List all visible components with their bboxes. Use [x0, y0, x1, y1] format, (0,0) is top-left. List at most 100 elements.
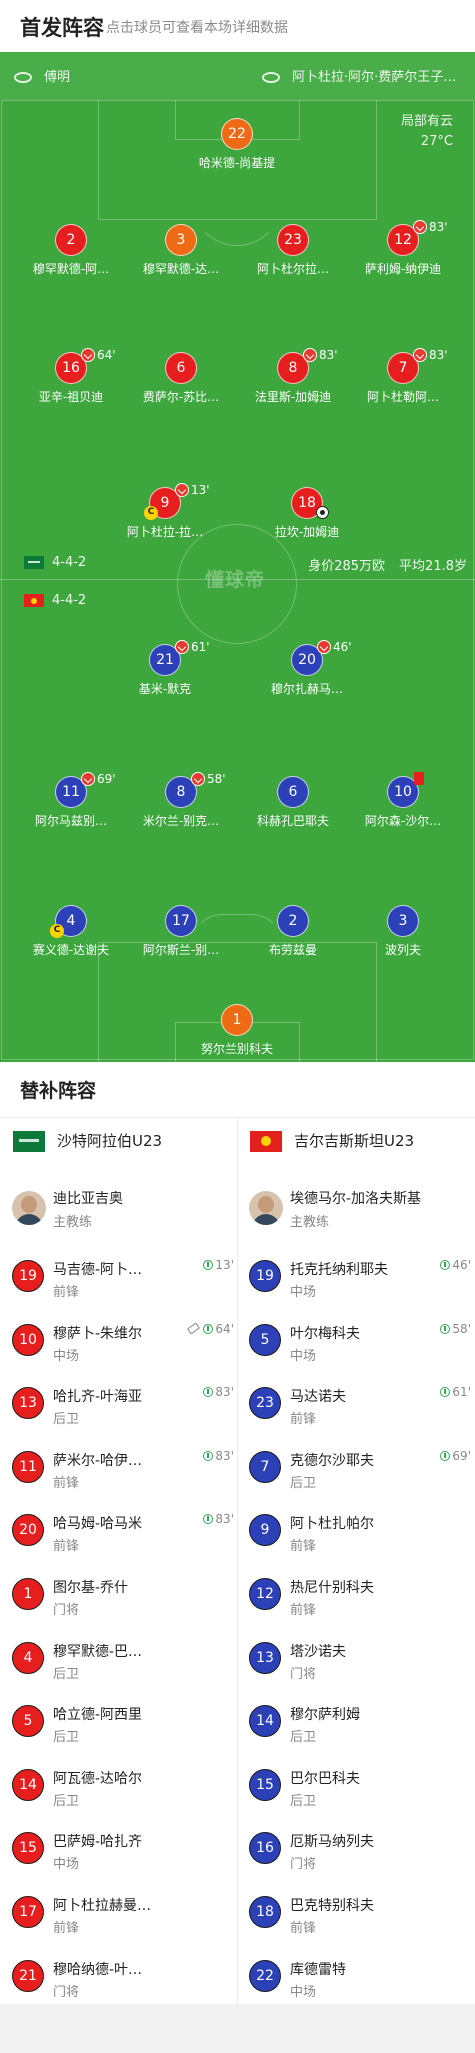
home-sub-row[interactable]: 21 穆哈纳德-叶… 门将 — [12, 1947, 234, 2011]
away-player-21[interactable]: 21 61' 基米-默克 — [105, 640, 225, 697]
home-player-6[interactable]: 6 费萨尔-苏比… — [121, 352, 241, 405]
sub-in-minute: 64' — [215, 1321, 234, 1336]
away-player-20[interactable]: 20 46' 穆尔扎赫马… — [247, 640, 367, 697]
away-sub-row[interactable]: 22 库德雷特 中场 — [249, 1947, 471, 2011]
home-sub-row[interactable]: 13 哈扎齐-叶海亚 后卫 83' — [12, 1374, 234, 1438]
shirt-number: 6 — [277, 776, 309, 808]
away-player-2[interactable]: 2 布劳兹曼 — [233, 905, 353, 958]
away-sub-row[interactable]: 15 巴尔巴科夫 后卫 — [249, 1756, 471, 1820]
substitution-minute: 83' — [429, 348, 448, 362]
away-player-3[interactable]: 3 波列夫 — [343, 905, 463, 958]
shirt-number: 2 — [277, 905, 309, 937]
player-name: 阿卜杜勒阿… — [366, 390, 439, 404]
home-sub-row[interactable]: 10 穆萨卜-朱维尔 中场 64' — [12, 1311, 234, 1375]
away-player-8[interactable]: 8 58' 米尔兰-别克… — [121, 772, 241, 829]
away-formation-row: 4-4-2 — [24, 593, 86, 608]
substitution-minute: 69' — [97, 772, 116, 786]
home-sub-row[interactable]: 15 巴萨姆-哈扎齐 中场 — [12, 1819, 234, 1883]
away-player-1[interactable]: 1 努尔兰别科夫 — [177, 1004, 297, 1057]
away-player-6[interactable]: 6 科赫孔巴耶夫 — [233, 776, 353, 829]
substitution-icon — [413, 220, 427, 234]
player-name: 努尔兰别科夫 — [200, 1042, 273, 1056]
shirt-number: 18 — [249, 1896, 281, 1928]
player-position: 后卫 — [290, 1793, 317, 1809]
away-sub-row[interactable]: 13 塔沙诺夫 门将 — [249, 1629, 471, 1693]
sub-in-time: 83' — [203, 1512, 234, 1526]
player-name: 阿卜杜尔拉… — [256, 262, 329, 276]
away-sub-row[interactable]: 7 克德尔沙耶夫 后卫 69' — [249, 1438, 471, 1502]
substitution-minute: 83' — [429, 220, 448, 234]
player-position: 后卫 — [53, 1412, 80, 1428]
sub-in-time: 64' — [187, 1321, 234, 1336]
home-sub-row[interactable]: 4 穆罕默德-巴… 后卫 — [12, 1629, 234, 1693]
venue-icon — [262, 72, 280, 83]
away-player-4[interactable]: 4 C 赛义德-达谢夫 — [11, 905, 131, 958]
away-sub-row[interactable]: 18 巴克特别科夫 前锋 — [249, 1883, 471, 1947]
shirt-number: 7 83' — [387, 348, 448, 384]
shirt-number: 17 — [12, 1896, 44, 1928]
away-sub-row[interactable]: 5 叶尔梅科夫 中场 58' — [249, 1311, 471, 1375]
player-name: 库德雷特 — [290, 1961, 346, 1978]
player-name: 拉坎-加姆迪 — [274, 525, 340, 539]
away-player-11[interactable]: 11 69' 阿尔马兹别… — [11, 772, 131, 829]
substitution-minute: 83' — [319, 348, 338, 362]
player-name: 巴尔巴科夫 — [290, 1770, 360, 1787]
coach-name: 迪比亚吉奥 — [53, 1191, 123, 1207]
away-sub-row[interactable]: 19 托克托纳利耶夫 中场 46' — [249, 1247, 471, 1311]
player-name: 阿尔森-沙尔… — [364, 814, 442, 828]
home-formation-row: 4-4-2 — [24, 555, 86, 570]
home-team-header[interactable]: 沙特阿拉伯U23 — [13, 1130, 162, 1152]
away-sub-row[interactable]: 16 厄斯马纳列夫 门将 — [249, 1819, 471, 1883]
home-player-8[interactable]: 8 83' 法里斯-加姆迪 — [233, 348, 353, 405]
player-name: 马吉德-阿卜… — [53, 1262, 143, 1278]
sub-in-time: 69' — [440, 1449, 471, 1463]
home-sub-row[interactable]: 19 马吉德-阿卜… 前锋 13' — [12, 1247, 234, 1311]
player-name: 托克托纳利耶夫 — [290, 1262, 388, 1278]
player-name: 阿卜杜拉赫曼… — [53, 1898, 151, 1914]
away-team-header[interactable]: 吉尔吉斯斯坦U23 — [250, 1130, 414, 1152]
home-player-12[interactable]: 12 83' 萨利姆-纳伊迪 — [343, 220, 463, 277]
player-position: 后卫 — [290, 1475, 317, 1491]
home-sub-row[interactable]: 11 萨米尔-哈伊… 前锋 83' — [12, 1438, 234, 1502]
away-sub-row[interactable]: 12 热尼什别科夫 前锋 — [249, 1565, 471, 1629]
player-name: 马达诺夫 — [290, 1389, 346, 1406]
home-sub-row[interactable]: 14 阿瓦德-达哈尔 后卫 — [12, 1756, 234, 1820]
home-formation: 4-4-2 — [52, 555, 87, 570]
player-position: 中场 — [290, 1285, 317, 1300]
substitution-icon — [81, 348, 95, 362]
player-name: 穆罕默德-巴… — [53, 1643, 143, 1660]
home-player-7[interactable]: 7 83' 阿卜杜勒阿… — [343, 348, 463, 405]
player-position: 中场 — [290, 1984, 317, 2000]
player-name: 阿卜杜扎帕尔 — [290, 1516, 374, 1533]
shirt-number: 4 — [12, 1641, 44, 1674]
home-player-3[interactable]: 3 穆罕默德-达… — [121, 224, 241, 277]
home-player-18[interactable]: 18 拉坎-加姆迪 — [247, 487, 367, 540]
sub-in-icon — [203, 1514, 214, 1525]
home-player-2[interactable]: 2 穆罕默德-阿… — [11, 224, 131, 277]
player-name: 亚辛-祖贝迪 — [38, 390, 104, 404]
sub-in-icon — [440, 1323, 451, 1334]
away-sub-row[interactable]: 9 阿卜杜扎帕尔 前锋 — [249, 1501, 471, 1565]
player-name: 穆尔扎赫马… — [270, 682, 343, 696]
shirt-number: 3 — [165, 224, 197, 256]
away-sub-row[interactable]: 14 穆尔萨利姆 后卫 — [249, 1692, 471, 1756]
substitution-minute: 13' — [191, 483, 210, 497]
away-player-17[interactable]: 17 阿尔斯兰-别… — [121, 905, 241, 958]
home-player-22[interactable]: 22 哈米德-尚基提 — [177, 118, 297, 171]
home-player-23[interactable]: 23 阿卜杜尔拉… — [233, 224, 353, 277]
substitution-icon — [413, 348, 427, 362]
player-name: 叶尔梅科夫 — [290, 1325, 360, 1342]
home-sub-row[interactable]: 17 阿卜杜拉赫曼… 前锋 — [12, 1883, 234, 1947]
lineup-title: 首发阵容 — [20, 16, 104, 40]
player-position: 门将 — [53, 1603, 80, 1618]
away-player-10[interactable]: 10 阿尔森-沙尔… — [343, 772, 463, 829]
away-sub-row[interactable]: 23 马达诺夫 前锋 61' — [249, 1374, 471, 1438]
player-name: 萨利姆-纳伊迪 — [364, 262, 442, 276]
home-sub-row[interactable]: 20 哈马姆-哈马米 前锋 83' — [12, 1501, 234, 1565]
home-player-16[interactable]: 16 64' 亚辛-祖贝迪 — [11, 348, 131, 405]
sub-in-time: 58' — [440, 1322, 471, 1336]
home-player-9[interactable]: 9 13' C 阿卜杜拉-拉… — [105, 483, 225, 540]
saudi-flag-icon — [13, 1131, 45, 1152]
home-sub-row[interactable]: 5 哈立德-阿西里 后卫 — [12, 1692, 234, 1756]
home-sub-row[interactable]: 1 图尔基-乔什 门将 — [12, 1565, 234, 1629]
